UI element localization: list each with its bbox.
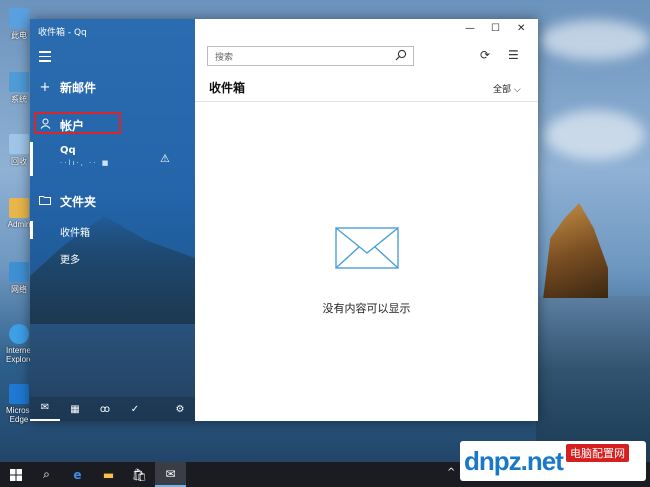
selected-indicator	[30, 142, 33, 176]
search-icon[interactable]	[395, 49, 407, 64]
window-title: 收件箱 - Qq	[38, 28, 87, 38]
desktop-icon-edge[interactable]: Microsoft Edge	[6, 384, 38, 424]
sidebar: 收件箱 - Qq + 新邮件 帐户 Qq ··lı·, ·· ■ ⚠ 文件夹 收…	[30, 19, 195, 421]
folder-title: 收件箱	[209, 81, 246, 95]
tray-chevron-icon[interactable]: ^	[447, 467, 455, 478]
todo-icon[interactable]: ✓	[120, 404, 150, 415]
mail-app-icon[interactable]: ✉	[155, 462, 186, 487]
maximize-icon[interactable]: ☐	[491, 23, 500, 34]
people-icon[interactable]: ꝏ	[90, 404, 120, 415]
mail-window: 收件箱 - Qq + 新邮件 帐户 Qq ··lı·, ·· ■ ⚠ 文件夹 收…	[30, 19, 538, 421]
computer-icon	[9, 8, 29, 28]
file-explorer-icon[interactable]: ▬	[93, 462, 124, 487]
recycle-bin-icon	[9, 134, 29, 154]
warning-icon[interactable]: ⚠	[160, 152, 170, 165]
bottom-nav: ✉ ▦ ꝏ ✓ ⚙	[30, 397, 195, 421]
folder-icon	[30, 194, 60, 209]
selected-indicator	[30, 221, 33, 239]
hamburger-menu-icon[interactable]	[39, 51, 51, 65]
mail-icon[interactable]: ✉	[30, 397, 60, 421]
calendar-icon[interactable]: ▦	[60, 404, 90, 415]
store-icon[interactable]: 🛍	[124, 462, 155, 487]
desktop-icon-ie[interactable]: Internet Explorer	[6, 324, 36, 364]
new-mail-button[interactable]: + 新邮件	[30, 75, 195, 99]
folder-item-more[interactable]: 更多	[60, 251, 80, 266]
search-input[interactable]: 搜索	[207, 46, 414, 66]
chevron-down-icon: ⌵	[513, 85, 521, 95]
edge-icon[interactable]: e	[62, 462, 93, 487]
accounts-label: 帐户	[60, 118, 85, 133]
sidebar-background-mountain	[30, 216, 195, 324]
filter-dropdown[interactable]: 全部 ⌵	[493, 82, 521, 95]
edge-icon	[9, 384, 29, 404]
divider	[195, 101, 538, 102]
search-placeholder: 搜索	[215, 52, 234, 63]
filter-label: 全部	[493, 85, 512, 95]
watermark-tag: 电脑配置网	[566, 444, 629, 462]
control-panel-icon	[9, 72, 29, 92]
person-icon	[30, 118, 60, 133]
main-pane: — ☐ ✕ 搜索 ⟳ ☰ 收件箱 全部 ⌵ 没有内容可以显示	[195, 19, 538, 421]
search-icon[interactable]: ⌕	[31, 462, 62, 487]
close-icon[interactable]: ✕	[517, 23, 525, 34]
user-folder-icon	[9, 198, 29, 218]
folders-button[interactable]: 文件夹	[30, 189, 195, 213]
settings-gear-icon[interactable]: ⚙	[165, 404, 195, 415]
account-email: ··lı·, ·· ■	[60, 159, 111, 167]
rock-background	[543, 203, 608, 298]
cloud	[540, 20, 650, 60]
windows-start-icon[interactable]	[0, 462, 31, 487]
envelope-icon	[335, 227, 399, 269]
plus-icon: +	[39, 79, 51, 95]
cloud	[545, 110, 645, 160]
watermark-brand: dnpz.net	[464, 445, 564, 476]
accounts-button[interactable]: 帐户	[30, 113, 195, 137]
account-item[interactable]: Qq ··lı·, ·· ■ ⚠	[30, 140, 195, 180]
new-mail-label: 新邮件	[60, 80, 97, 95]
network-icon	[9, 262, 29, 282]
minimize-icon[interactable]: —	[465, 23, 475, 34]
desktop-icon-network[interactable]: 网络	[6, 262, 32, 295]
sync-icon[interactable]: ⟳	[480, 48, 490, 62]
desktop-icon-this-pc[interactable]: 此电	[6, 8, 32, 41]
desktop-icon-admin[interactable]: Admin	[6, 198, 32, 229]
folder-item-inbox[interactable]: 收件箱	[60, 224, 90, 239]
internet-explorer-icon	[9, 324, 29, 344]
select-mode-icon[interactable]: ☰	[508, 48, 519, 62]
sea-background	[536, 296, 650, 462]
empty-state-message: 没有内容可以显示	[322, 302, 411, 315]
desktop-icon-system[interactable]: 系统	[6, 72, 32, 105]
folders-label: 文件夹	[60, 194, 97, 209]
watermark-logo: dnpz.net 电脑配置网	[460, 441, 646, 481]
account-name: Qq	[60, 145, 76, 156]
desktop-icon-recycle-bin[interactable]: 回收	[6, 134, 32, 167]
